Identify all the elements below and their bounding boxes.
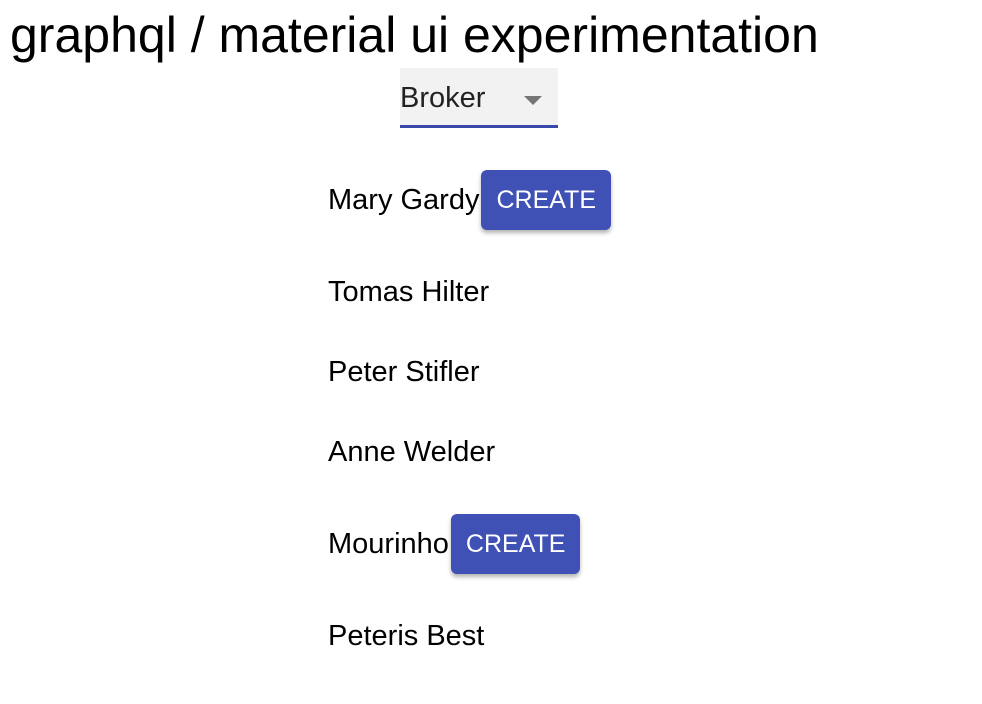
- create-button[interactable]: CREATE: [450, 514, 581, 574]
- list-item: Peteris Best: [328, 620, 484, 653]
- select-value: Broker: [400, 82, 486, 114]
- list-item: Peter Stifler: [328, 356, 480, 389]
- page-title: graphql / material ui experimentation: [10, 7, 819, 63]
- role-select[interactable]: Broker: [400, 68, 558, 128]
- list-item: Mary Gardy CREATE: [328, 170, 612, 230]
- chevron-down-icon: [524, 96, 542, 105]
- item-name: Mary Gardy: [328, 183, 480, 216]
- create-button[interactable]: CREATE: [481, 170, 612, 230]
- item-name: Mourinho: [328, 527, 449, 560]
- list-item: Mourinho CREATE: [328, 514, 581, 574]
- item-name: Peter Stifler: [328, 356, 480, 388]
- item-name: Anne Welder: [328, 436, 496, 468]
- list-item: Tomas Hilter: [328, 276, 489, 309]
- list-item: Anne Welder: [328, 436, 495, 469]
- item-name: Tomas Hilter: [328, 276, 490, 308]
- item-name: Peteris Best: [328, 620, 485, 652]
